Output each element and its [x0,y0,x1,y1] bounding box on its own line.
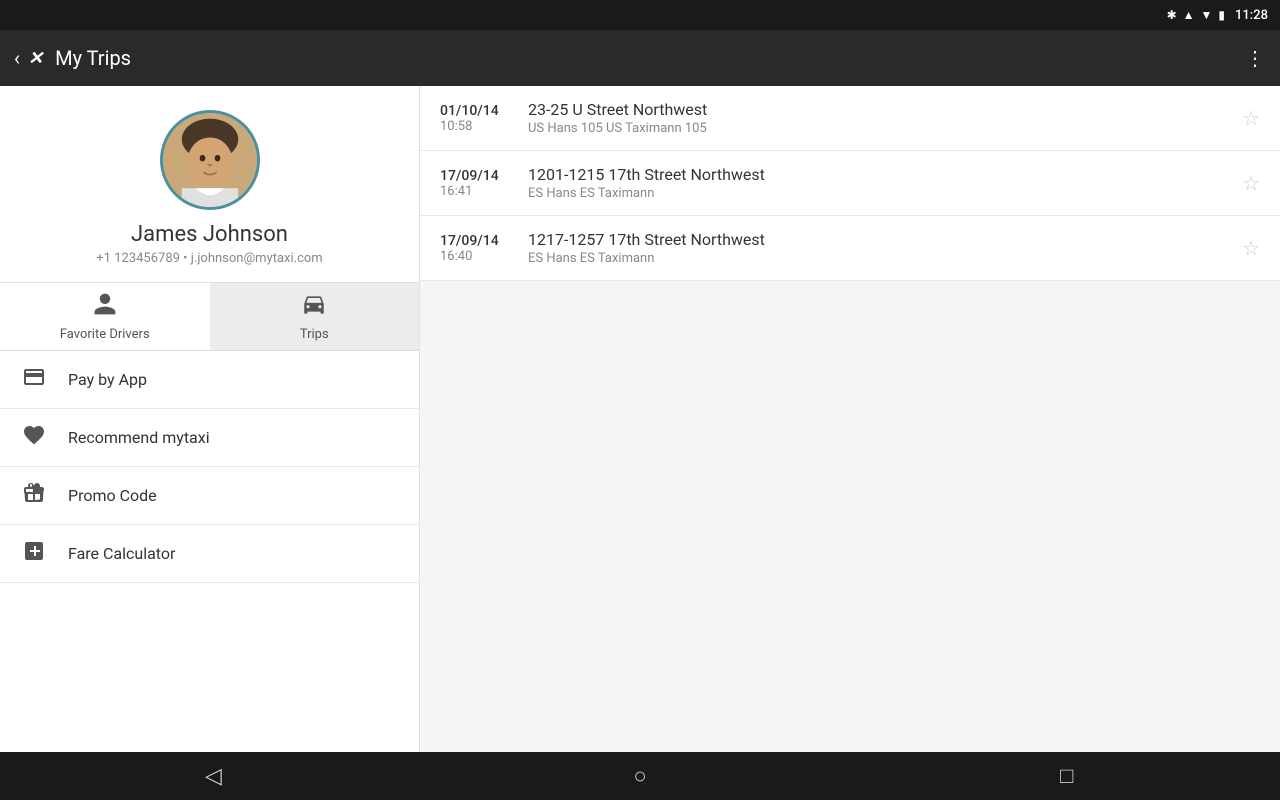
bottom-nav-bar: ◁ ○ □ [0,752,1280,800]
fare-calculator-item[interactable]: Fare Calculator [0,525,419,583]
trip-info-0: 23-25 U Street Northwest US Hans 105 US … [528,100,1242,136]
calculator-icon [20,539,48,568]
trip-date-2: 17/09/14 16:40 [440,233,520,264]
trip-star-1[interactable]: ☆ [1242,171,1260,195]
promo-code-label: Promo Code [68,486,157,505]
pay-by-app-item[interactable]: Pay by App [0,351,419,409]
fare-calculator-label: Fare Calculator [68,544,175,563]
trip-date-main-0: 01/10/14 [440,103,520,119]
app-logo-icon: ✕ [28,48,43,69]
bluetooth-icon: ✱ [1167,8,1177,22]
back-nav-button[interactable]: ◁ [183,752,243,800]
status-time: 11:28 [1235,8,1268,23]
trip-info-1: 1201-1215 17th Street Northwest ES Hans … [528,165,1242,201]
main-layout: James Johnson +1 123456789 • j.johnson@m… [0,86,1280,752]
tabs-section: Favorite Drivers Trips [0,283,419,351]
avatar-image [163,113,257,207]
page-title: My Trips [55,46,1245,70]
status-bar: ✱ ▲ ▼ ▮ 11:28 [0,0,1280,30]
recommend-mytaxi-label: Recommend mytaxi [68,428,210,447]
tab-trips[interactable]: Trips [210,283,420,350]
trip-time-1: 16:41 [440,184,520,199]
profile-section: James Johnson +1 123456789 • j.johnson@m… [0,86,419,283]
overflow-menu-button[interactable]: ⋮ [1245,46,1266,70]
trip-date-0: 01/10/14 10:58 [440,103,520,134]
person-icon [92,291,118,323]
trip-date-main-2: 17/09/14 [440,233,520,249]
trip-date-1: 17/09/14 16:41 [440,168,520,199]
wifi-icon: ▼ [1201,8,1213,22]
trip-time-0: 10:58 [440,119,520,134]
trip-star-0[interactable]: ☆ [1242,106,1260,130]
car-icon [301,291,327,323]
trip-address-2: 1217-1257 17th Street Northwest [528,230,1242,249]
trip-time-2: 16:40 [440,249,520,264]
pay-by-app-label: Pay by App [68,370,147,389]
top-bar: ‹ ✕ My Trips ⋮ [0,30,1280,86]
trip-date-main-1: 17/09/14 [440,168,520,184]
trip-driver-1: ES Hans ES Taximann [528,186,1242,201]
battery-icon: ▮ [1218,8,1225,22]
user-contact: +1 123456789 • j.johnson@mytaxi.com [96,251,322,266]
trip-item-1[interactable]: 17/09/14 16:41 1201-1215 17th Street Nor… [420,151,1280,216]
back-button[interactable]: ‹ [14,46,20,70]
trips-list: 01/10/14 10:58 23-25 U Street Northwest … [420,86,1280,752]
trip-item-2[interactable]: 17/09/14 16:40 1217-1257 17th Street Nor… [420,216,1280,281]
trip-star-2[interactable]: ☆ [1242,236,1260,260]
trip-item-0[interactable]: 01/10/14 10:58 23-25 U Street Northwest … [420,86,1280,151]
tab-trips-label: Trips [300,327,329,342]
trip-driver-2: ES Hans ES Taximann [528,251,1242,266]
recommend-mytaxi-item[interactable]: Recommend mytaxi [0,409,419,467]
avatar [160,110,260,210]
recent-nav-button[interactable]: □ [1037,752,1097,800]
tab-favorite-drivers[interactable]: Favorite Drivers [0,283,210,350]
trip-info-2: 1217-1257 17th Street Northwest ES Hans … [528,230,1242,266]
promo-code-item[interactable]: Promo Code [0,467,419,525]
trip-driver-0: US Hans 105 US Taximann 105 [528,121,1242,136]
left-panel: James Johnson +1 123456789 • j.johnson@m… [0,86,420,752]
pay-by-app-icon [20,365,48,394]
gift-icon [20,481,48,510]
trip-address-0: 23-25 U Street Northwest [528,100,1242,119]
home-nav-button[interactable]: ○ [610,752,670,800]
tab-favorite-drivers-label: Favorite Drivers [60,327,150,342]
menu-items: Pay by App Recommend mytaxi Promo Code [0,351,419,583]
signal-icon: ▲ [1183,8,1195,22]
heart-icon [20,423,48,452]
user-name: James Johnson [131,222,288,247]
trip-address-1: 1201-1215 17th Street Northwest [528,165,1242,184]
